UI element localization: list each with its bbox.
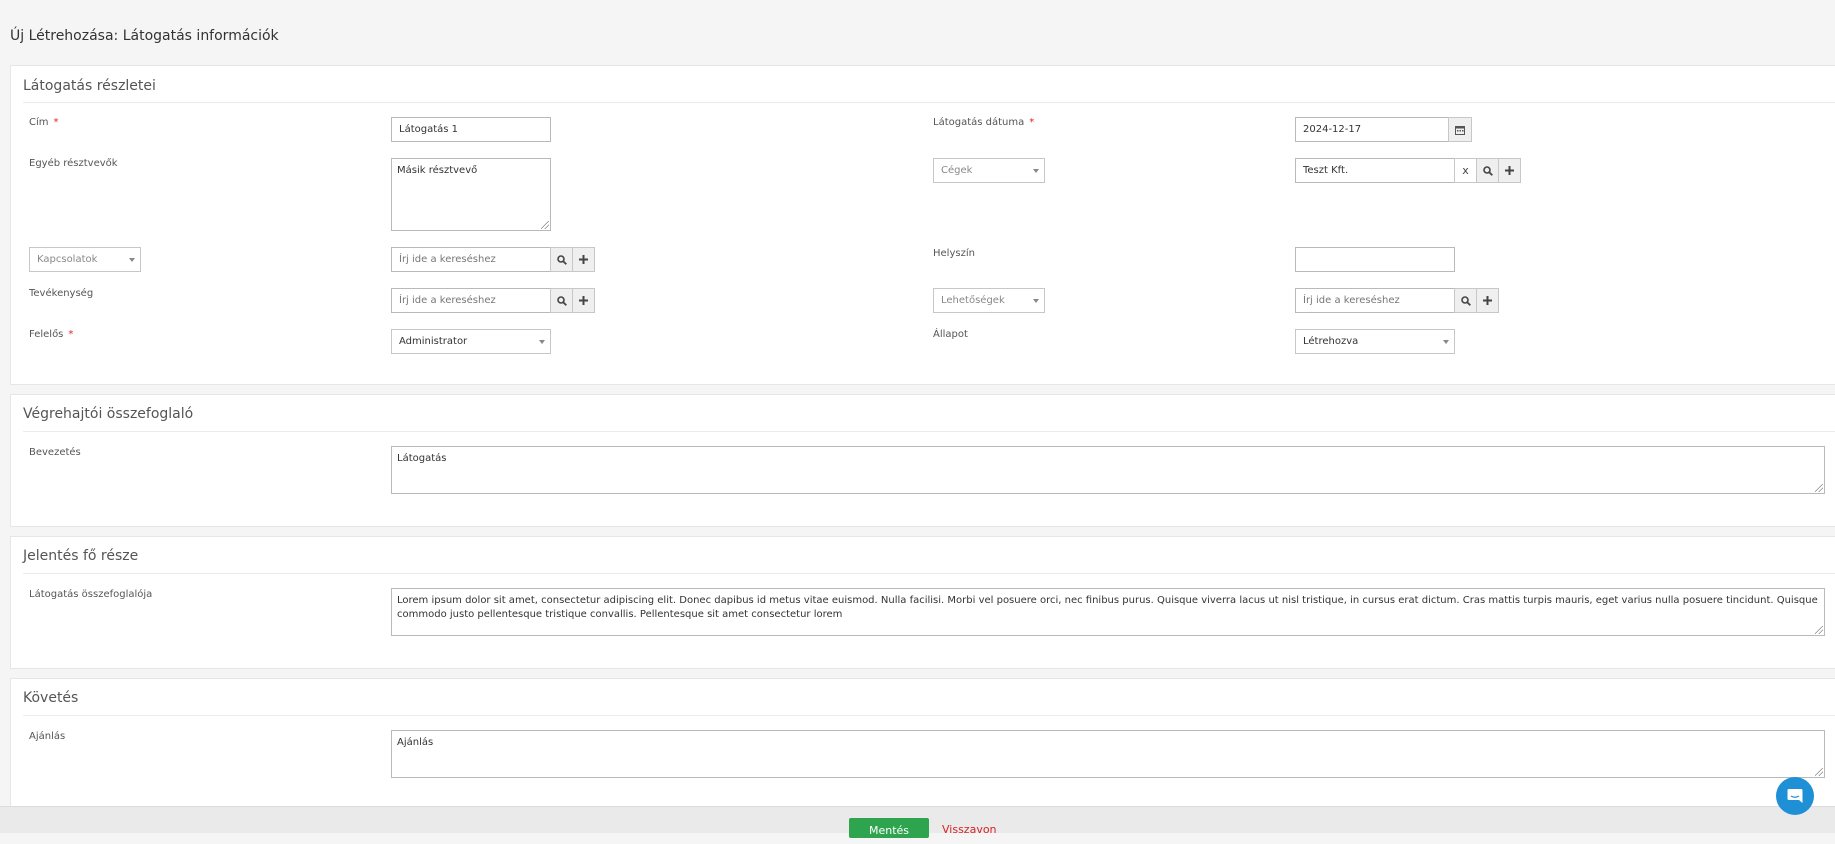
companies-select[interactable]: Cégek [933, 158, 1045, 183]
close-icon: x [1462, 164, 1469, 177]
resize-handle[interactable] [541, 221, 549, 229]
label-text: Felelős [29, 329, 64, 340]
contacts-select[interactable]: Kapcsolatok [29, 247, 141, 272]
opportunities-search-input[interactable]: Írj ide a kereséshez [1295, 288, 1455, 313]
required-mark: * [68, 329, 74, 340]
search-activity-button[interactable] [550, 288, 573, 313]
plus-icon [1505, 166, 1514, 175]
label-text: Látogatás dátuma [933, 117, 1025, 128]
section-divider [23, 102, 1835, 103]
chevron-down-icon [1443, 340, 1449, 344]
section-divider [23, 431, 1835, 432]
add-company-button[interactable] [1498, 158, 1521, 183]
required-mark: * [53, 117, 59, 128]
location-input[interactable] [1295, 247, 1455, 272]
search-icon [1460, 295, 1471, 306]
label-other-participants: Egyéb résztvevők [29, 158, 118, 169]
select-value: Cégek [941, 165, 973, 176]
clear-company-button[interactable]: x [1454, 158, 1477, 183]
chevron-down-icon [1033, 169, 1039, 173]
visit-summary-textarea[interactable]: Lorem ipsum dolor sit amet, consectetur … [391, 588, 1825, 636]
label-status: Állapot [933, 329, 968, 340]
introduction-textarea[interactable]: Látogatás [391, 446, 1825, 494]
responsible-select[interactable]: Administrator [391, 329, 551, 354]
plus-icon [579, 255, 588, 264]
status-select[interactable]: Létrehozva [1295, 329, 1455, 354]
search-icon [1482, 165, 1493, 176]
label-recommendation: Ajánlás [29, 731, 66, 742]
section-title: Követés [23, 690, 79, 706]
chat-icon [1787, 789, 1803, 803]
opportunities-select[interactable]: Lehetőségek [933, 288, 1045, 313]
section-title: Végrehajtói összefoglaló [23, 406, 194, 422]
label-cim: Cím * [29, 117, 59, 128]
resize-handle[interactable] [1815, 626, 1823, 634]
textarea-value: Ajánlás [397, 737, 434, 748]
label-introduction: Bevezetés [29, 447, 81, 458]
search-icon [556, 254, 567, 265]
chat-launcher-button[interactable] [1776, 777, 1814, 815]
add-activity-button[interactable] [572, 288, 595, 313]
contacts-search-input[interactable]: Írj ide a kereséshez [391, 247, 551, 272]
label-location: Helyszín [933, 248, 975, 259]
textarea-value: Másik résztvevő [397, 165, 478, 176]
add-opportunity-button[interactable] [1476, 288, 1499, 313]
select-value: Létrehozva [1303, 336, 1359, 347]
date-picker-button[interactable] [1448, 117, 1472, 142]
textarea-value: Lorem ipsum dolor sit amet, consectetur … [397, 595, 1818, 620]
label-text: Cím [29, 117, 49, 128]
page-title: Új Létrehozása: Látogatás információk [10, 28, 279, 44]
visit-date-input[interactable]: 2024-12-17 [1295, 117, 1449, 142]
select-value: Kapcsolatok [37, 254, 98, 265]
cim-input[interactable]: Látogatás 1 [391, 117, 551, 142]
company-input[interactable]: Teszt Kft. [1295, 158, 1455, 183]
section-divider [23, 715, 1835, 716]
select-value: Administrator [399, 336, 468, 347]
chevron-down-icon [539, 340, 545, 344]
plus-icon [579, 296, 588, 305]
plus-icon [1483, 296, 1492, 305]
search-icon [556, 295, 567, 306]
cancel-link[interactable]: Visszavon [942, 823, 997, 836]
chevron-down-icon [129, 258, 135, 262]
section-title: Jelentés fő része [23, 548, 139, 564]
label-visit-summary: Látogatás összefoglalója [29, 589, 153, 600]
section-visit-details: Látogatás részletei [10, 65, 1835, 385]
label-activity: Tevékenység [29, 288, 94, 299]
search-company-button[interactable] [1476, 158, 1499, 183]
section-title: Látogatás részletei [23, 78, 156, 94]
section-divider [23, 573, 1835, 574]
activity-search-input[interactable]: Írj ide a kereséshez [391, 288, 551, 313]
calendar-icon [1455, 125, 1465, 135]
label-responsible: Felelős * [29, 329, 73, 340]
required-mark: * [1029, 117, 1035, 128]
search-opportunities-button[interactable] [1454, 288, 1477, 313]
label-visit-date: Látogatás dátuma * [933, 117, 1034, 128]
resize-handle[interactable] [1815, 484, 1823, 492]
other-participants-textarea[interactable]: Másik résztvevő [391, 158, 551, 231]
resize-handle[interactable] [1815, 768, 1823, 776]
recommendation-textarea[interactable]: Ajánlás [391, 730, 1825, 778]
select-value: Lehetőségek [941, 295, 1005, 306]
chevron-down-icon [1033, 299, 1039, 303]
save-button[interactable]: Mentés [849, 818, 929, 838]
textarea-value: Látogatás [397, 453, 447, 464]
search-contacts-button[interactable] [550, 247, 573, 272]
add-contact-button[interactable] [572, 247, 595, 272]
